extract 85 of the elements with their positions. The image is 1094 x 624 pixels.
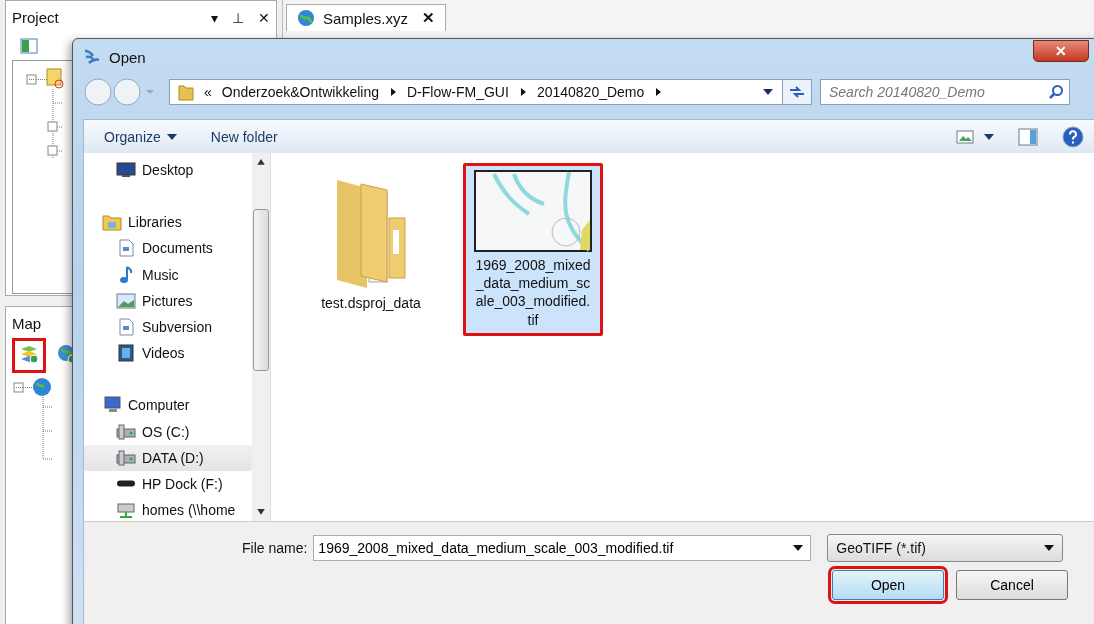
nav-item[interactable]: homes (\\home bbox=[84, 497, 252, 524]
nav-label: OS (C:) bbox=[142, 423, 190, 440]
nav-item[interactable]: Music bbox=[84, 261, 252, 288]
nav-item[interactable]: Pictures bbox=[84, 287, 252, 314]
globe-icon bbox=[297, 9, 315, 27]
nav-item[interactable]: Documents bbox=[84, 235, 252, 262]
computer-icon bbox=[102, 396, 122, 415]
document-icon bbox=[116, 318, 136, 337]
nav-item[interactable]: OS (C:) bbox=[84, 418, 252, 445]
pictures-icon bbox=[116, 291, 136, 310]
close-button[interactable]: ✕ bbox=[1033, 40, 1089, 62]
breadcrumb-overflow[interactable]: « bbox=[204, 84, 212, 100]
library-icon bbox=[102, 213, 122, 232]
nav-label: homes (\\home bbox=[142, 502, 236, 519]
nav-item[interactable]: Subversion bbox=[84, 313, 252, 341]
file-name-field[interactable]: 1969_2008_mixed_data_medium_scale_003_modified.tif bbox=[313, 535, 812, 561]
file-name: 1969_2008_mixed_data_medium_scale_003_modified.tif bbox=[474, 256, 592, 329]
dropdown-caret-icon[interactable] bbox=[762, 88, 774, 96]
chevron-icon[interactable] bbox=[389, 87, 397, 97]
chevron-icon[interactable] bbox=[518, 87, 527, 97]
nav-label: Music bbox=[142, 266, 179, 283]
nav-item[interactable]: Desktop bbox=[84, 157, 252, 184]
nav-item[interactable]: Videos bbox=[84, 340, 252, 367]
nav-label: Pictures bbox=[142, 292, 193, 309]
scroll-down-icon[interactable] bbox=[257, 509, 265, 515]
video-icon bbox=[116, 344, 136, 363]
nav-item[interactable]: Computer bbox=[84, 392, 252, 419]
nav-label: Libraries bbox=[128, 214, 182, 231]
app-logo-icon bbox=[83, 48, 101, 66]
organize-button[interactable]: Organize bbox=[92, 124, 189, 149]
help-icon[interactable] bbox=[1062, 125, 1084, 148]
file-item[interactable]: 1969_2008_mixed_data_medium_scale_003_modified.tif bbox=[463, 163, 603, 336]
refresh-arrows-icon bbox=[788, 84, 806, 100]
new-folder-button[interactable]: New folder bbox=[198, 124, 290, 149]
dropdown-caret-icon bbox=[1044, 545, 1055, 551]
desktop-icon bbox=[116, 161, 136, 180]
layers-icon bbox=[19, 344, 39, 364]
nav-label: Subversion bbox=[142, 319, 213, 336]
file-name-label: File name: bbox=[242, 540, 308, 556]
dropdown-caret-icon[interactable] bbox=[793, 545, 804, 551]
dialog-title: Open bbox=[109, 48, 146, 66]
scroll-thumb[interactable] bbox=[253, 208, 269, 372]
panel-toolbar-icon[interactable] bbox=[20, 38, 38, 54]
preview-pane-icon[interactable] bbox=[1018, 127, 1038, 146]
search-icon bbox=[1048, 84, 1064, 100]
panel-control[interactable]: ▾ bbox=[211, 9, 218, 26]
drive-icon bbox=[116, 448, 136, 467]
panel-control[interactable]: ⊥ bbox=[232, 9, 244, 26]
dropdown-caret-icon[interactable] bbox=[984, 133, 994, 140]
dock-icon bbox=[116, 480, 136, 488]
nav-label: Videos bbox=[142, 345, 185, 362]
nav-item[interactable]: DATA (D:) bbox=[84, 444, 252, 471]
scroll-up-icon[interactable] bbox=[257, 159, 265, 165]
chevron-icon[interactable] bbox=[654, 87, 663, 97]
nav-label: Desktop bbox=[142, 162, 194, 179]
breadcrumb-item[interactable]: Onderzoek&Ontwikkeling bbox=[221, 84, 379, 100]
file-item[interactable]: test.dsproj_data bbox=[301, 163, 441, 320]
view-picture-icon[interactable] bbox=[956, 129, 974, 144]
breadcrumb-item[interactable]: D-Flow-FM_GUI bbox=[407, 84, 509, 100]
file-name: test.dsproj_data bbox=[320, 294, 422, 313]
refresh-button[interactable] bbox=[782, 79, 812, 105]
nav-label: Computer bbox=[128, 397, 190, 414]
breadcrumb-item[interactable]: 20140820_Demo bbox=[536, 84, 645, 100]
document-tab[interactable]: Samples.xyz ✕ bbox=[286, 4, 447, 31]
scrollbar[interactable] bbox=[252, 153, 270, 521]
dropdown-caret-icon bbox=[166, 133, 177, 140]
search-field[interactable]: Search 20140820_Demo bbox=[820, 79, 1070, 105]
panel-title: Map bbox=[12, 315, 42, 332]
network-icon bbox=[116, 501, 136, 520]
tab-label: Samples.xyz bbox=[323, 9, 409, 27]
layer-tool-button[interactable] bbox=[12, 338, 46, 373]
file-type-dropdown[interactable]: GeoTIFF (*.tif) bbox=[827, 534, 1064, 562]
panel-title: Project bbox=[12, 9, 60, 26]
drive-icon bbox=[116, 422, 136, 441]
address-bar[interactable]: « Onderzoek&Ontwikkeling D-Flow-FM_GUI 20140820_Demo bbox=[169, 79, 783, 105]
close-icon[interactable]: ✕ bbox=[422, 9, 436, 27]
nav-item[interactable]: HP Dock (F:) bbox=[84, 470, 252, 498]
nav-label: DATA (D:) bbox=[142, 449, 204, 466]
folder-icon bbox=[178, 83, 194, 101]
nav-item[interactable]: Libraries bbox=[84, 209, 252, 236]
nav-label: Documents bbox=[142, 240, 213, 257]
document-icon bbox=[116, 239, 136, 258]
cancel-button[interactable]: Cancel bbox=[956, 570, 1068, 600]
panel-control[interactable]: ✕ bbox=[258, 9, 270, 26]
nav-label: HP Dock (F:) bbox=[142, 475, 223, 492]
